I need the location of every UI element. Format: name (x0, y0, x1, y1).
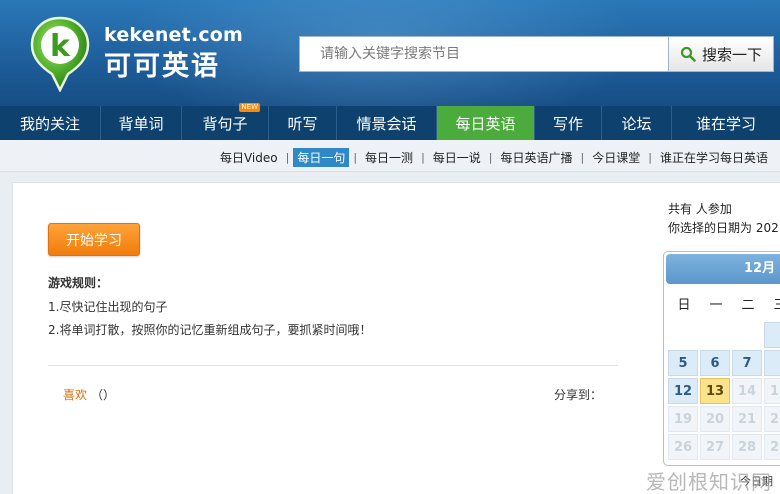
divider (48, 365, 618, 366)
calendar-day-cell: 28 (732, 434, 762, 460)
subnav-item-daily-speaking[interactable]: 每日一说 (429, 148, 485, 167)
nav-item-vocabulary[interactable]: 背单词 (101, 106, 182, 140)
subnav-item-daily-broadcast[interactable]: 每日英语广播 (497, 148, 577, 167)
calendar-day-cell[interactable]: 7 (732, 350, 762, 376)
calendar-day-cell: 29 (764, 434, 780, 460)
nav-item-label: 听写 (287, 114, 318, 133)
subnav-item-who-learning[interactable]: 谁正在学习每日英语 (656, 148, 772, 167)
rules-title: 游戏规则： (48, 276, 109, 290)
site-header: k kekenet.com 可可英语 搜索一下 (0, 0, 780, 106)
share-label: 分享到： (554, 388, 603, 402)
subnav-item-daily-video[interactable]: 每日Video (216, 148, 282, 167)
calendar-day-cell: 20 (700, 406, 730, 432)
main-nav: 我的关注 背单词 背句子 NEW 听写 情景会话 每日英语 写作 论坛 谁在学习 (0, 103, 780, 140)
nav-item-dialogues[interactable]: 情景会话 (337, 106, 437, 140)
new-badge: NEW (239, 103, 260, 112)
calendar-weekdays: 日 一 二 三 (668, 294, 780, 313)
nav-item-who-is-learning[interactable]: 谁在学习 (672, 106, 780, 140)
search-input[interactable] (300, 37, 668, 71)
calendar-day-cell: 15 (764, 378, 780, 404)
nav-item-daily-english[interactable]: 每日英语 (437, 106, 535, 140)
calendar-day-cell: 26 (668, 434, 698, 460)
calendar-month-header[interactable]: 12月 2 (666, 254, 780, 284)
calendar-day-cell: 19 (668, 406, 698, 432)
calendar-day-cell: 22 (764, 406, 780, 432)
rule-item: 1.尽快记住出现的句子 (48, 300, 168, 314)
calendar-day-cell (764, 350, 780, 376)
nav-item-label: 情景会话 (356, 114, 417, 133)
start-learning-button[interactable]: 开始学习 (48, 223, 140, 256)
search-button-label: 搜索一下 (701, 45, 762, 64)
nav-item-label: 我的关注 (19, 114, 80, 133)
logo-name: 可可英语 (104, 51, 220, 82)
calendar-weekday: 日 (677, 298, 691, 313)
watermark-text: 爱创根知识网 (646, 470, 772, 494)
calendar-weekday: 三 (764, 294, 780, 313)
subnav-separator: | (285, 151, 290, 164)
search-button[interactable]: 搜索一下 (668, 36, 774, 72)
subnav-item-daily-quiz[interactable]: 每日一测 (361, 148, 417, 167)
nav-item-dictation[interactable]: 听写 (269, 106, 337, 140)
logo-domain: kekenet.com (104, 24, 244, 46)
kekenet-logo-icon[interactable]: k (28, 14, 92, 92)
participants-text: 共有 人参加 (668, 202, 732, 216)
nav-item-forum[interactable]: 论坛 (602, 106, 672, 140)
calendar-day-cell[interactable]: 12 (668, 378, 698, 404)
calendar-day-cell (764, 322, 780, 348)
like-count: （） (91, 388, 116, 402)
search-icon (680, 46, 696, 62)
subnav-separator: | (648, 151, 652, 164)
like-link[interactable]: 喜欢 (63, 386, 87, 403)
calendar-day-cell: 14 (732, 378, 762, 404)
calendar-weekday: 一 (709, 298, 723, 313)
calendar-day-cell: 27 (700, 434, 730, 460)
subnav-separator: | (353, 151, 358, 164)
subnav-item-today-class[interactable]: 今日课堂 (588, 148, 644, 167)
sub-nav: 每日Video | 每日一句 | 每日一测 | 每日一说 | 每日英语广播 | … (0, 140, 780, 172)
nav-item-label: 背句子 (202, 114, 248, 133)
calendar-day-cell[interactable]: 5 (668, 350, 698, 376)
svg-text:k: k (50, 29, 71, 64)
subnav-separator: | (421, 151, 425, 164)
nav-item-sentences[interactable]: 背句子 NEW (182, 103, 269, 140)
selected-date-text: 你选择的日期为 2021 (668, 221, 780, 235)
subnav-separator: | (488, 151, 493, 164)
nav-item-my-follow[interactable]: 我的关注 (0, 106, 101, 140)
nav-item-label: 背单词 (118, 114, 164, 133)
nav-item-label: 谁在学习 (695, 114, 756, 133)
nav-item-label: 每日英语 (455, 114, 516, 133)
nav-item-label: 写作 (552, 114, 583, 133)
calendar-weekday: 二 (741, 298, 755, 313)
rule-item: 2.将单词打散，按照你的记忆重新组成句子，要抓紧时间哦！ (48, 323, 372, 337)
main-panel: 开始学习 游戏规则： 1.尽快记住出现的句子 2.将单词打散，按照你的记忆重新组… (12, 182, 780, 494)
nav-item-label: 论坛 (621, 114, 652, 133)
subnav-item-daily-sentence[interactable]: 每日一句 (293, 148, 350, 167)
search-box (299, 36, 669, 72)
calendar-day-cell: 21 (732, 406, 762, 432)
calendar: 12月 2 日 一 二 三 5 6 7 12 13 14 15 19 20 21… (663, 251, 780, 466)
nav-item-writing[interactable]: 写作 (535, 106, 602, 140)
calendar-today-cell[interactable]: 13 (700, 378, 730, 404)
subnav-separator: | (580, 151, 585, 164)
calendar-day-cell[interactable]: 6 (700, 350, 730, 376)
